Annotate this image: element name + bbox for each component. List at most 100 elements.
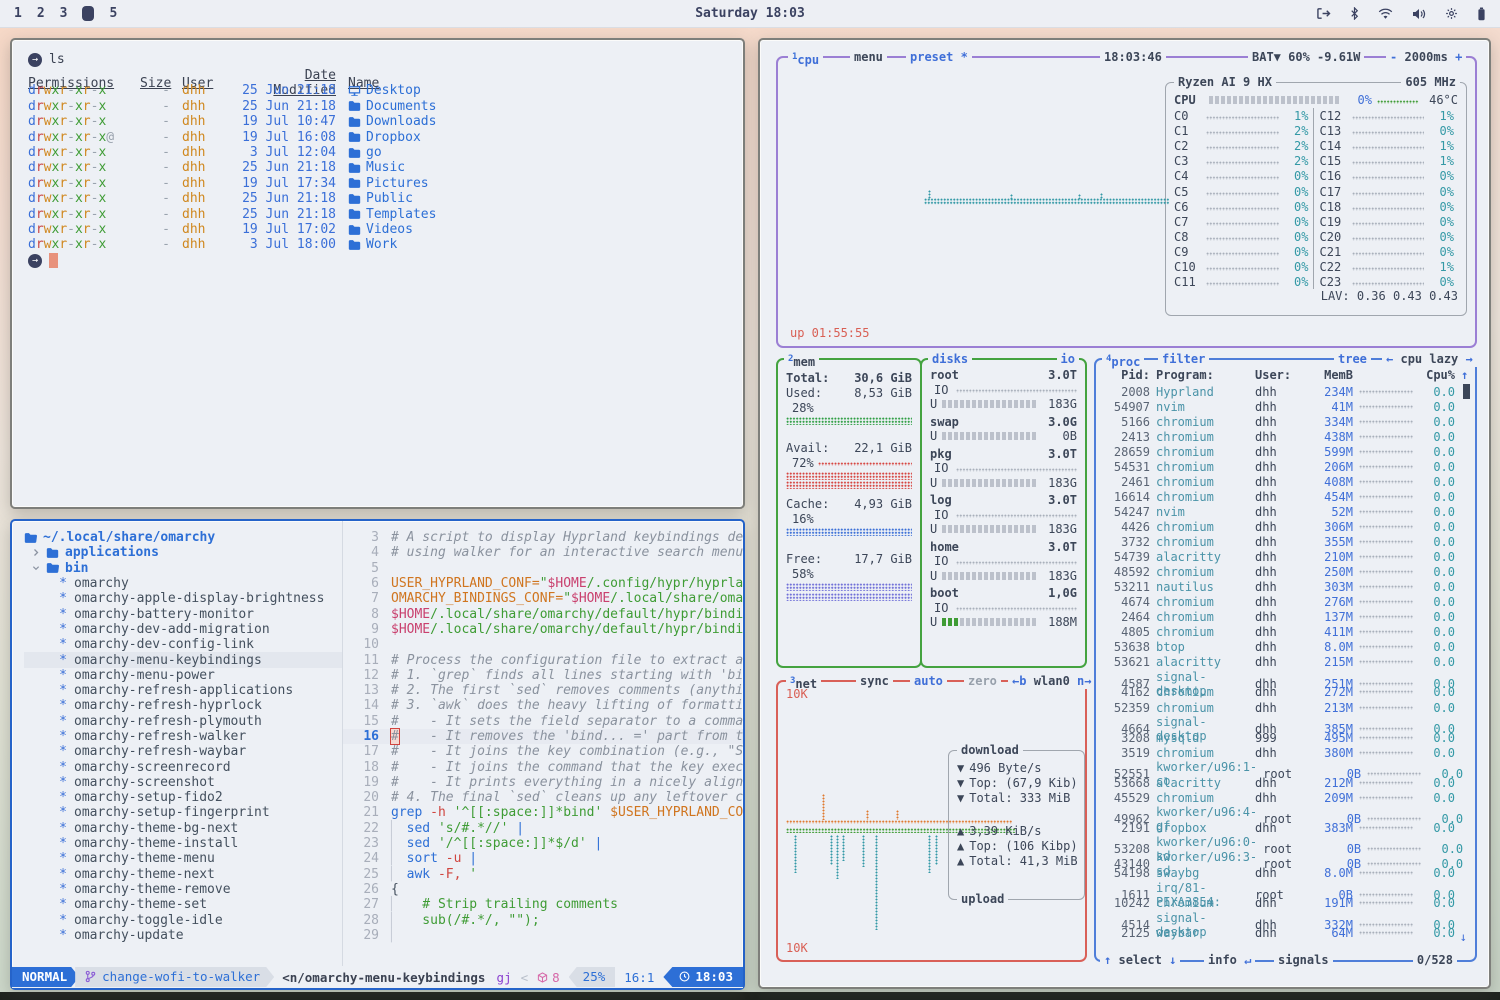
tree-item-omarchy-theme-remove[interactable]: *omarchy-theme-remove — [24, 882, 342, 897]
process-row[interactable]: 53621alacrittydhh215M0.0 — [1102, 655, 1471, 670]
process-row[interactable]: 52551kworker/u96:1-coroot0B0.0 — [1102, 760, 1471, 775]
process-row[interactable]: 10242chromiumdhh191M0.0 — [1102, 896, 1471, 911]
code-editor[interactable]: 3# A script to display Hyprland keybindi… — [342, 521, 743, 966]
tree-item-omarchy-dev-add-migration[interactable]: *omarchy-dev-add-migration — [24, 622, 342, 637]
tree-item-omarchy-theme-set[interactable]: *omarchy-theme-set — [24, 897, 342, 912]
tree-item-omarchy-setup-fido2[interactable]: *omarchy-setup-fido2 — [24, 790, 342, 805]
tree-item-omarchy-refresh-plymouth[interactable]: *omarchy-refresh-plymouth — [24, 714, 342, 729]
proc-sort-nav[interactable]: ← cpu lazy → — [1382, 352, 1477, 367]
file-tree[interactable]: ~/.local/share/omarchyapplicationsbin*om… — [12, 521, 342, 966]
process-row[interactable]: 48592chromiumdhh250M0.0 — [1102, 565, 1471, 580]
process-row[interactable]: 54198swaybgdhh8.0M0.0 — [1102, 866, 1471, 881]
disks-io-toggle[interactable]: io — [1057, 352, 1079, 367]
terminal-window[interactable]: → ls Permissions Size User Date Modified… — [10, 38, 745, 509]
process-row[interactable]: 2191dropboxdhh383M0.0 — [1102, 820, 1471, 835]
proc-tree-button[interactable]: tree — [1334, 352, 1371, 367]
process-row[interactable]: 52359chromiumdhh213M0.0 — [1102, 700, 1471, 715]
process-row[interactable]: 53208kworker/u96:0-sdroot0B0.0 — [1102, 835, 1471, 850]
mem-box-title[interactable]: 2mem — [784, 352, 819, 367]
process-row[interactable]: 53638btopdhh8.0M0.0 — [1102, 640, 1471, 655]
process-row[interactable]: 16614chromiumdhh454M0.0 — [1102, 489, 1471, 504]
tree-item-omarchy-menu-power[interactable]: *omarchy-menu-power — [24, 668, 342, 683]
wifi-icon[interactable] — [1378, 8, 1393, 20]
process-row[interactable]: 49962kworker/u96:4-gfroot0B0.0 — [1102, 805, 1471, 820]
logout-icon[interactable] — [1316, 7, 1331, 20]
process-row[interactable]: 45529chromiumdhh209M0.0 — [1102, 790, 1471, 805]
volume-icon[interactable] — [1412, 8, 1426, 20]
process-row[interactable]: 5166chromiumdhh334M0.0 — [1102, 414, 1471, 429]
workspace-button[interactable]: 5 — [109, 6, 117, 21]
process-row[interactable]: 53211nautilusdhh303M0.0 — [1102, 580, 1471, 595]
tree-item-omarchy[interactable]: *omarchy — [24, 576, 342, 591]
editor-window[interactable]: ~/.local/share/omarchyapplicationsbin*om… — [10, 519, 745, 990]
process-row[interactable]: 1611irq/81-PIXA3854:root0B0.0 — [1102, 881, 1471, 896]
process-row[interactable]: 54531chromiumdhh206M0.0 — [1102, 459, 1471, 474]
process-row[interactable]: 2125waybardhh64M0.0 — [1102, 926, 1471, 941]
proc-filter-button[interactable]: filter — [1158, 352, 1209, 367]
system-monitor-window[interactable]: 1cpu menu preset * 18:03:46 BAT▼ 60% -9.… — [758, 38, 1491, 989]
proc-scrollbar[interactable] — [1463, 384, 1470, 399]
disks-box-title[interactable]: disks — [928, 352, 972, 367]
scroll-down-indicator[interactable]: ↓ — [1460, 930, 1467, 944]
preset-button[interactable]: preset * — [906, 50, 972, 65]
workspace-active-indicator[interactable] — [82, 6, 94, 21]
tree-root[interactable]: ~/.local/share/omarchy — [24, 530, 342, 545]
process-row[interactable]: 4587signal-desktopdhh251M0.0 — [1102, 670, 1471, 685]
proc-select-hint[interactable]: ↑ select ↓ — [1100, 953, 1180, 968]
process-row[interactable]: 54739alacrittydhh210M0.0 — [1102, 550, 1471, 565]
tree-item-omarchy-menu-keybindings[interactable]: *omarchy-menu-keybindings — [24, 652, 342, 667]
process-row[interactable]: 4664signal-desktopdhh385M0.0 — [1102, 715, 1471, 730]
proc-box-title[interactable]: 4proc — [1102, 352, 1144, 367]
proc-signals-button[interactable]: signals — [1274, 953, 1333, 968]
process-row[interactable]: 4162chromiumdhh272M0.0 — [1102, 685, 1471, 700]
settings-icon[interactable] — [1445, 7, 1458, 20]
workspace-button[interactable]: 1 — [14, 6, 22, 21]
tree-item-omarchy-theme-install[interactable]: *omarchy-theme-install — [24, 836, 342, 851]
process-row[interactable]: 53668alacrittydhh212M0.0 — [1102, 775, 1471, 790]
process-row[interactable]: 4514signal-desktopdhh332M0.0 — [1102, 911, 1471, 926]
net-sync-button[interactable]: sync — [856, 674, 893, 689]
system-tray[interactable] — [1316, 7, 1486, 21]
process-row[interactable]: 2464chromiumdhh137M0.0 — [1102, 610, 1471, 625]
process-row[interactable]: 4805chromiumdhh411M0.0 — [1102, 625, 1471, 640]
cpu-box-title[interactable]: 1cpu — [788, 50, 823, 65]
net-interface[interactable]: ←b wlan0 n→ — [1008, 674, 1096, 689]
menu-button[interactable]: menu — [850, 50, 887, 65]
tree-item-omarchy-theme-menu[interactable]: *omarchy-theme-menu — [24, 851, 342, 866]
workspace-button[interactable]: 3 — [60, 6, 68, 21]
tree-item-omarchy-theme-next[interactable]: *omarchy-theme-next — [24, 867, 342, 882]
process-row[interactable]: 54247nvimdhh52M0.0 — [1102, 504, 1471, 519]
tree-item-omarchy-refresh-walker[interactable]: *omarchy-refresh-walker — [24, 729, 342, 744]
process-row[interactable]: 4426chromiumdhh306M0.0 — [1102, 519, 1471, 534]
git-branch[interactable]: change-wofi-to-walker — [75, 967, 274, 987]
tree-item-omarchy-screenshot[interactable]: *omarchy-screenshot — [24, 775, 342, 790]
proc-info-button[interactable]: info ↵ — [1204, 953, 1255, 968]
battery-icon[interactable] — [1477, 7, 1486, 21]
tree-folder-applications[interactable]: applications — [24, 545, 342, 560]
tree-item-omarchy-apple-display-brightness[interactable]: *omarchy-apple-display-brightness — [24, 591, 342, 606]
tree-item-omarchy-battery-monitor[interactable]: *omarchy-battery-monitor — [24, 606, 342, 621]
tree-item-omarchy-dev-config-link[interactable]: *omarchy-dev-config-link — [24, 637, 342, 652]
workspace-switcher[interactable]: 123 5 — [14, 6, 117, 21]
tree-item-omarchy-theme-bg-next[interactable]: *omarchy-theme-bg-next — [24, 821, 342, 836]
process-row[interactable]: 3519chromiumdhh380M0.0 — [1102, 745, 1471, 760]
process-row[interactable]: 54907nvimdhh41M0.0 — [1102, 399, 1471, 414]
process-row[interactable]: 2461chromiumdhh408M0.0 — [1102, 474, 1471, 489]
process-row[interactable]: 28659chromiumdhh599M0.0 — [1102, 444, 1471, 459]
tree-folder-bin[interactable]: bin — [24, 561, 342, 576]
process-row[interactable]: 2008Hyprlanddhh234M0.0 — [1102, 384, 1471, 399]
tree-item-omarchy-refresh-waybar[interactable]: *omarchy-refresh-waybar — [24, 744, 342, 759]
workspace-button[interactable]: 2 — [37, 6, 45, 21]
process-row[interactable]: 3208mysqld999495M0.0 — [1102, 730, 1471, 745]
process-row[interactable]: 4674chromiumdhh276M0.0 — [1102, 595, 1471, 610]
update-interval[interactable]: - 2000ms + — [1386, 50, 1466, 65]
net-auto-button[interactable]: auto — [910, 674, 947, 689]
tree-item-omarchy-refresh-applications[interactable]: *omarchy-refresh-applications — [24, 683, 342, 698]
process-row[interactable]: 3732chromiumdhh355M0.0 — [1102, 534, 1471, 549]
tree-item-omarchy-toggle-idle[interactable]: *omarchy-toggle-idle — [24, 912, 342, 927]
tree-item-omarchy-update[interactable]: *omarchy-update — [24, 928, 342, 943]
tree-item-omarchy-screenrecord[interactable]: *omarchy-screenrecord — [24, 759, 342, 774]
process-row[interactable]: 2413chromiumdhh438M0.0 — [1102, 429, 1471, 444]
bluetooth-icon[interactable] — [1350, 7, 1359, 20]
net-zero-button[interactable]: zero — [964, 674, 1001, 689]
